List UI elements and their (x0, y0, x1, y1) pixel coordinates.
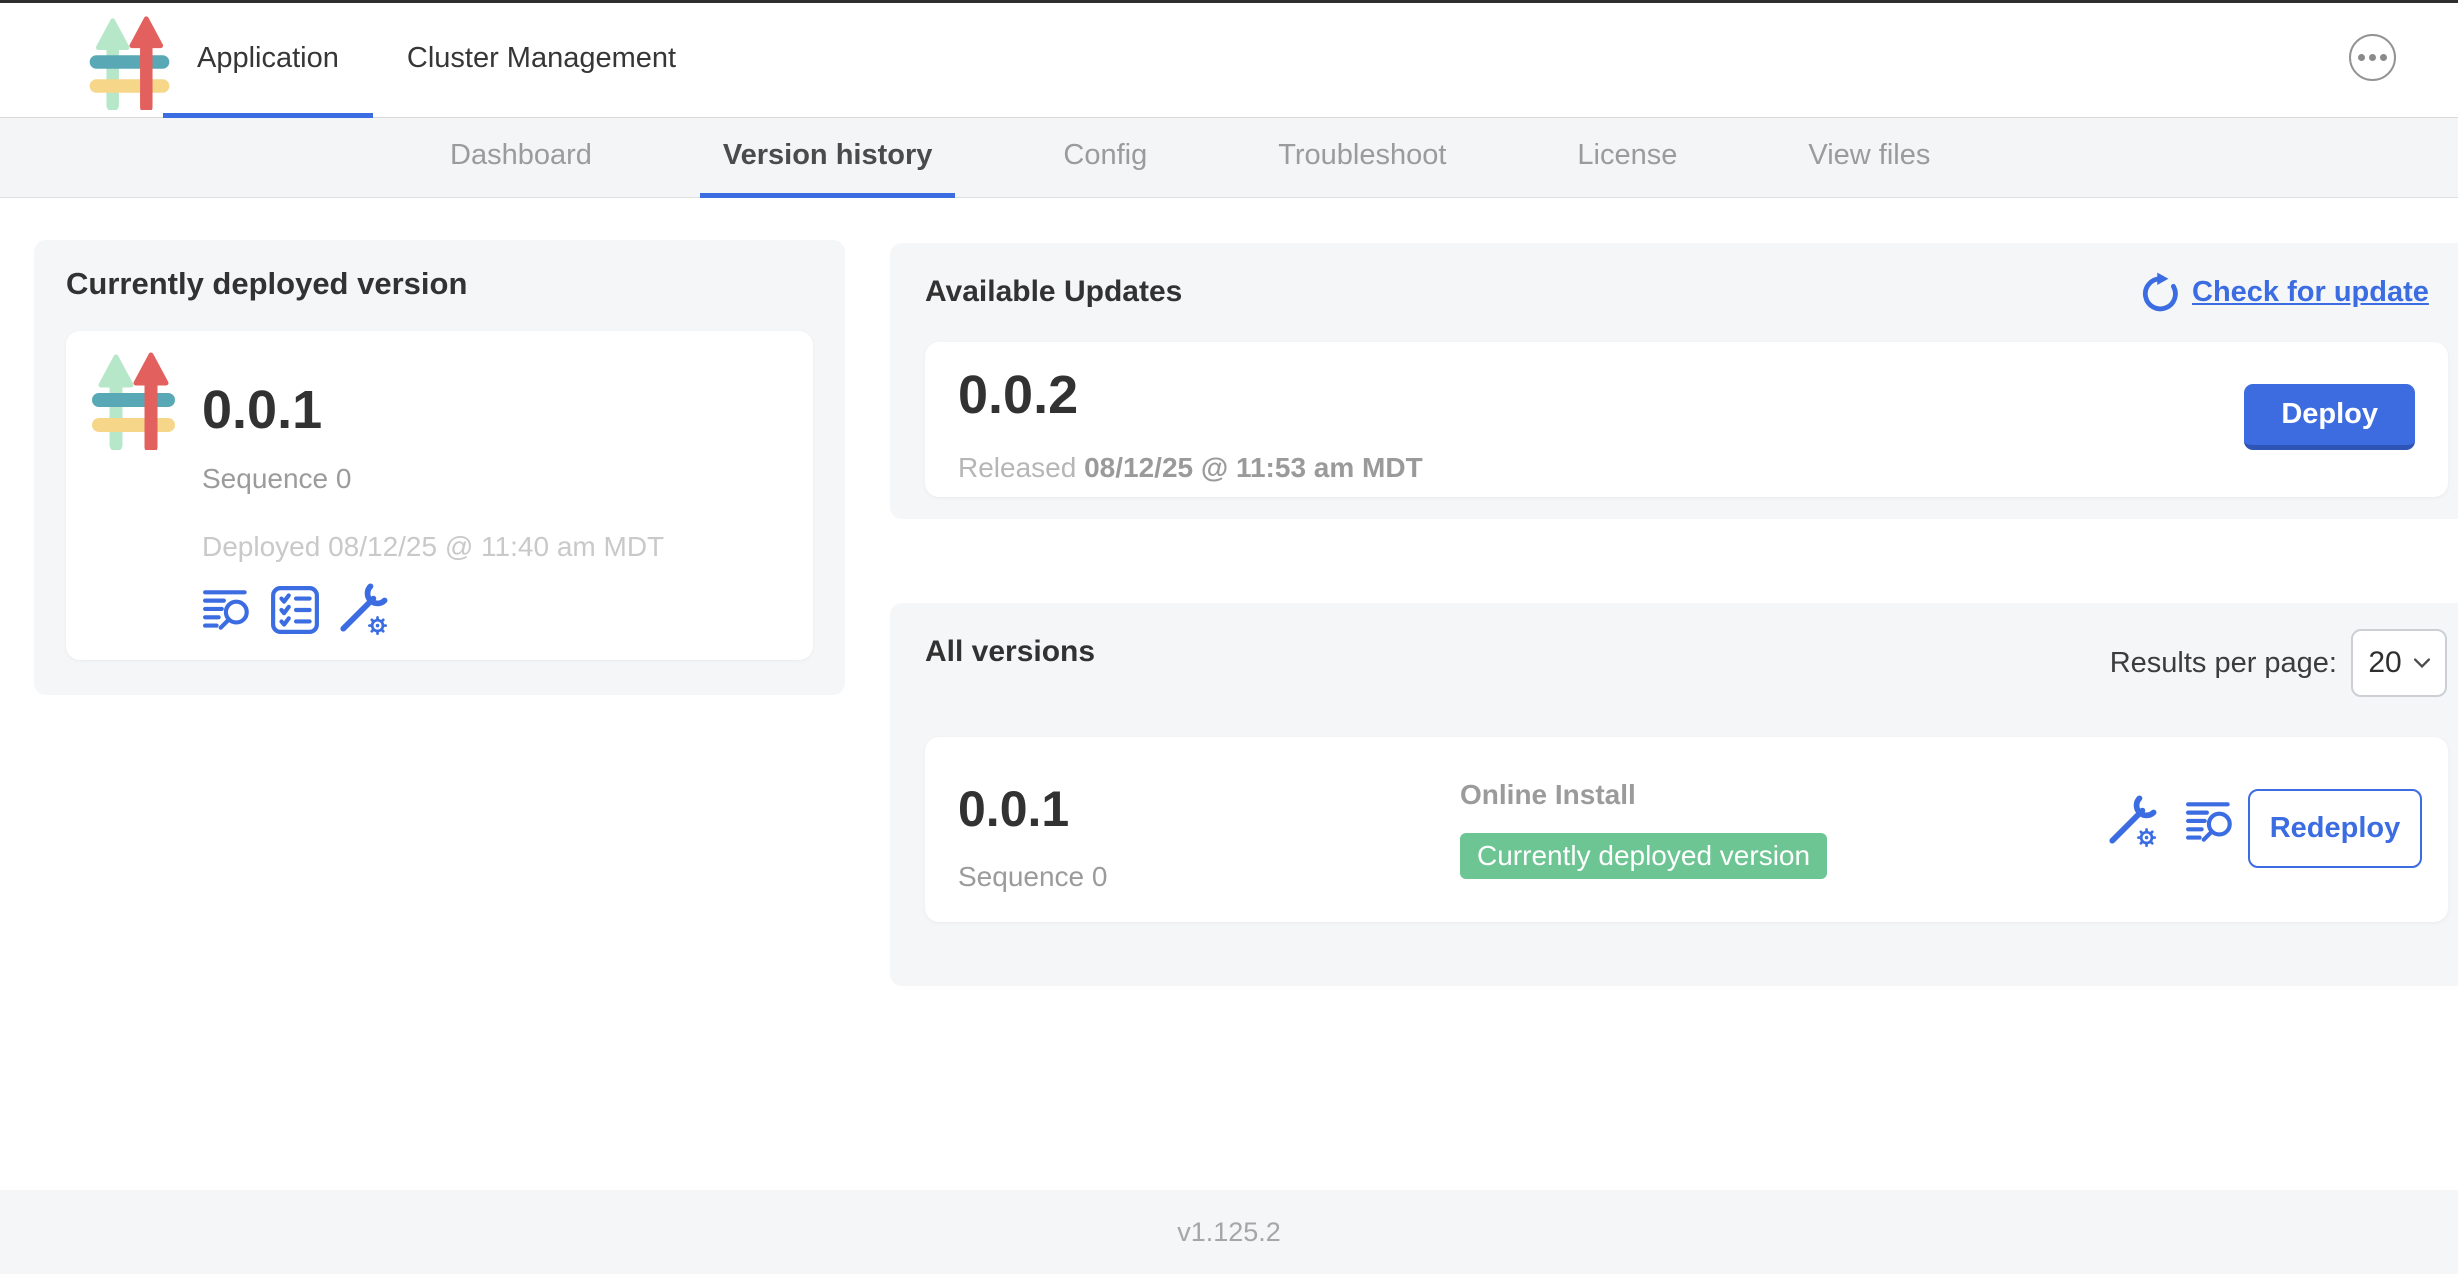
overflow-menu-button[interactable] (2349, 34, 2396, 81)
console-version-label: v1.125.2 (1177, 1217, 1281, 1248)
row-sequence-label: Sequence 0 (958, 861, 1107, 893)
currently-deployed-card: Currently deployed version 0.0.1 Sequenc… (34, 240, 845, 695)
diff-log-icon[interactable] (2185, 799, 2237, 845)
preflight-checklist-icon[interactable] (270, 585, 320, 635)
results-per-page-select[interactable]: 20 (2351, 629, 2447, 697)
ellipsis-icon (2369, 54, 2376, 61)
chevron-down-icon (2414, 658, 2430, 668)
app-logo-icon (92, 350, 175, 450)
ellipsis-icon (2358, 54, 2365, 61)
row-actions (2105, 795, 2237, 849)
footer: v1.125.2 (0, 1190, 2458, 1274)
tab-cluster-management[interactable]: Cluster Management (373, 3, 710, 118)
subnav-version-history[interactable]: Version history (700, 118, 956, 198)
subnav-config[interactable]: Config (1040, 118, 1170, 198)
wrench-gear-icon[interactable] (336, 583, 390, 637)
update-version-number: 0.0.2 (958, 368, 1078, 422)
subnav-view-files[interactable]: View files (1785, 118, 1953, 198)
row-version-number: 0.0.1 (958, 784, 1069, 834)
deployed-sequence-label: Sequence 0 (202, 463, 351, 495)
version-row: 0.0.1 Sequence 0 Online Install Currentl… (925, 737, 2448, 922)
subnav-license[interactable]: License (1554, 118, 1700, 198)
available-updates-title: Available Updates (925, 275, 1182, 309)
redeploy-button[interactable]: Redeploy (2248, 789, 2422, 868)
available-updates-card: Available Updates Check for update 0.0.2… (890, 243, 2458, 519)
currently-deployed-title: Currently deployed version (66, 266, 467, 302)
available-update-row: 0.0.2 Released 08/12/25 @ 11:53 am MDT D… (925, 342, 2448, 497)
deployed-timestamp: Deployed 08/12/25 @ 11:40 am MDT (202, 531, 664, 563)
tab-application[interactable]: Application (163, 3, 373, 118)
all-versions-title: All versions (925, 635, 1095, 669)
currently-deployed-badge: Currently deployed version (1460, 833, 1827, 879)
update-released-timestamp: Released 08/12/25 @ 11:53 am MDT (958, 452, 1423, 484)
row-install-type: Online Install (1460, 779, 1636, 811)
deployed-version-number: 0.0.1 (202, 383, 322, 437)
ellipsis-icon (2380, 54, 2387, 61)
check-for-update-link[interactable]: Check for update (2138, 270, 2429, 314)
primary-navbar: Application Cluster Management (0, 3, 2458, 118)
app-logo-icon (88, 14, 171, 110)
results-per-page: Results per page: 20 (2110, 629, 2447, 697)
primary-nav-tabs: Application Cluster Management (163, 3, 710, 118)
check-for-update-label: Check for update (2192, 276, 2429, 309)
subnav-dashboard[interactable]: Dashboard (427, 118, 615, 198)
deployed-version-actions (202, 583, 390, 637)
results-per-page-label: Results per page: (2110, 647, 2337, 680)
subnav-troubleshoot[interactable]: Troubleshoot (1255, 118, 1469, 198)
deployed-version-panel: 0.0.1 Sequence 0 Deployed 08/12/25 @ 11:… (66, 331, 813, 660)
wrench-gear-icon[interactable] (2105, 795, 2159, 849)
kots-admin-console: Application Cluster Management Dashboard… (0, 0, 2458, 1274)
refresh-icon (2138, 270, 2182, 314)
all-versions-card: All versions Results per page: 20 0.0.1 … (890, 603, 2458, 986)
diff-log-icon[interactable] (202, 587, 254, 633)
deploy-button[interactable]: Deploy (2244, 384, 2415, 450)
app-subnav: Dashboard Version history Config Trouble… (0, 118, 2458, 198)
